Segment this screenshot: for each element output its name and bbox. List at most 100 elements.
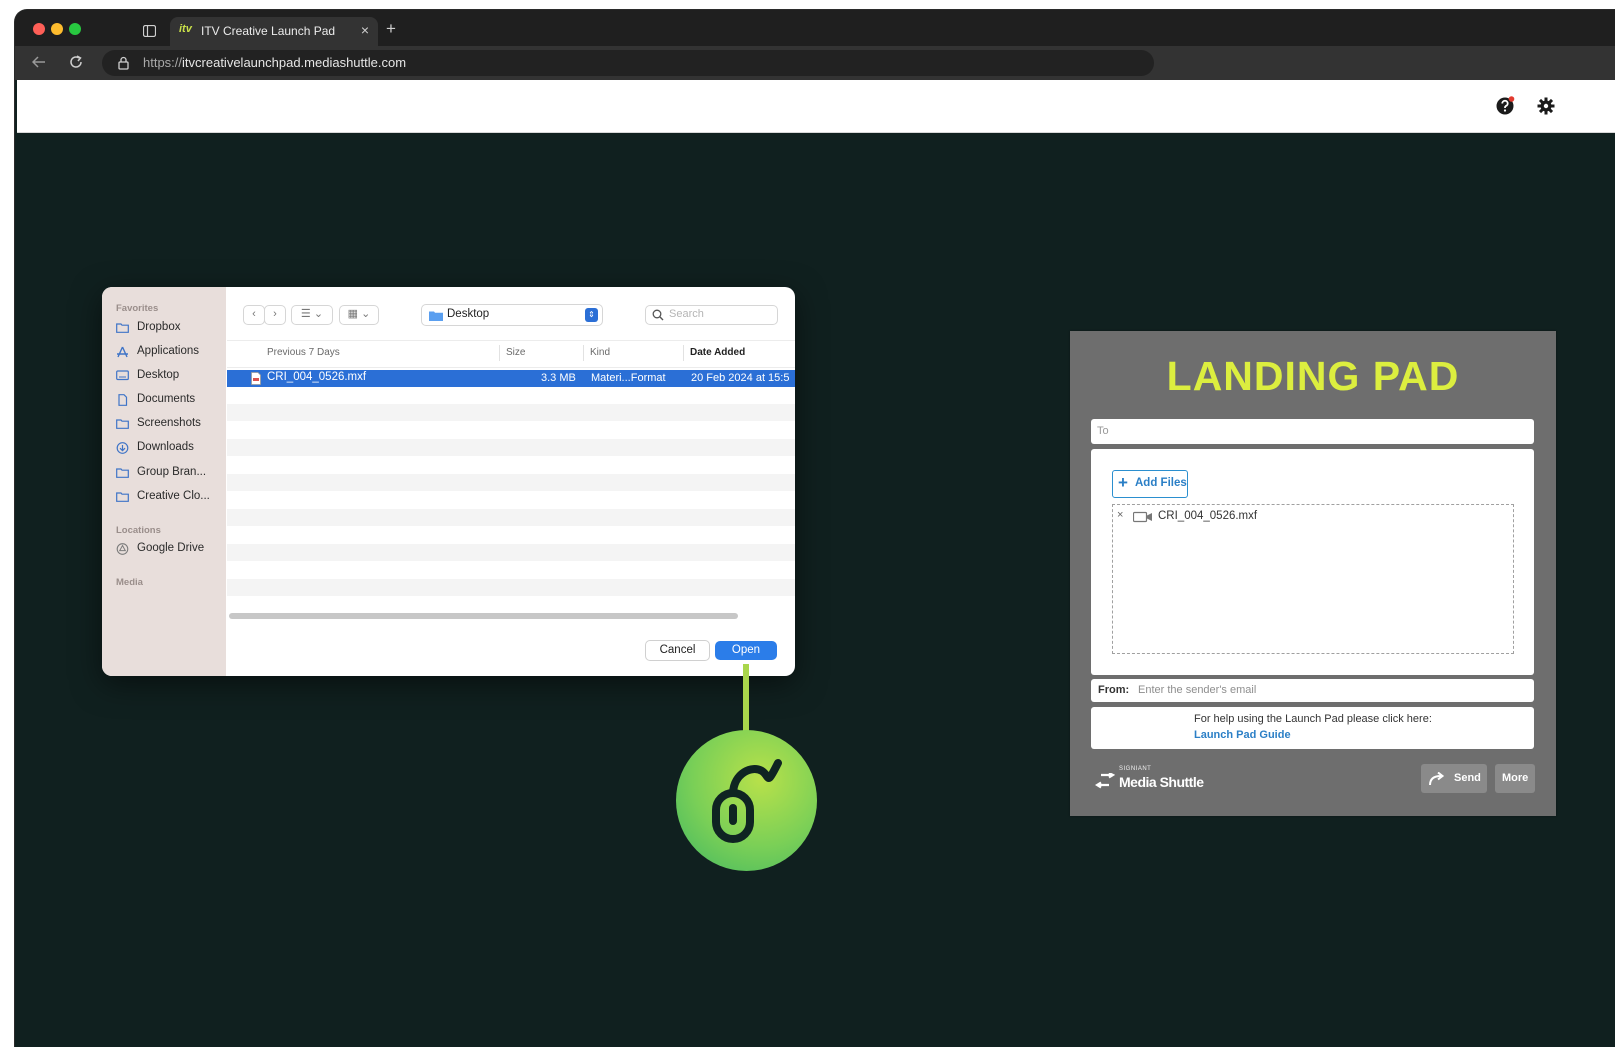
more-button[interactable]: More [1495,764,1535,793]
connector-line [743,664,749,734]
lock-icon [118,56,129,70]
folder-icon [429,311,443,321]
sidebar-item-google-drive[interactable]: Google Drive [116,541,224,561]
new-tab-icon[interactable]: + [386,19,396,39]
launch-pad-guide-link[interactable]: Launch Pad Guide [1194,729,1291,741]
send-button[interactable]: Send [1421,764,1487,793]
add-files-label: Add Files [1135,477,1187,489]
google-drive-icon [116,543,129,555]
location-select[interactable]: Desktop ⇕ [421,304,603,326]
itv-logo-icon: itv [179,23,192,35]
tab-close-icon[interactable]: × [361,22,369,38]
folder-icon [116,322,129,334]
file-open-dialog: Favorites Dropbox Applications Desktop D… [102,287,795,676]
search-field[interactable]: Search [645,305,778,325]
folder-icon [116,418,129,430]
url-field[interactable]: https://itvcreativelaunchpad.mediashuttl… [102,50,1154,76]
help-text: For help using the Launch Pad please cli… [1194,713,1432,725]
plus-icon: + [1118,473,1128,492]
file-size: 3.3 MB [541,372,576,384]
desktop-icon [116,370,129,382]
locations-heading: Locations [116,525,161,536]
sidebar-item-screenshots[interactable]: Screenshots [116,416,224,436]
search-placeholder: Search [669,308,704,320]
sidebar-item-group-brand[interactable]: Group Bran... [116,465,224,485]
sidebar-item-dropbox[interactable]: Dropbox [116,320,224,340]
sidebar-item-applications[interactable]: Applications [116,344,224,364]
horizontal-scrollbar[interactable] [229,613,738,619]
file-kind: Materi...Format [591,372,666,384]
landing-pad-title: LANDING PAD [1166,353,1460,399]
minimize-window-button[interactable] [51,23,63,35]
to-placeholder: To [1097,425,1109,437]
attached-file-name: CRI_004_0526.mxf [1158,510,1258,522]
empty-row [227,544,795,561]
file-name: CRI_004_0526.mxf [267,371,367,383]
forward-nav-button[interactable]: › [264,305,286,325]
settings-gear-icon[interactable] [1537,97,1555,115]
back-nav-button[interactable]: ‹ [243,305,265,325]
close-window-button[interactable] [33,23,45,35]
list-view-icon: ☰ ⌄ [300,308,324,320]
add-files-button[interactable]: + Add Files [1112,470,1188,498]
address-bar: https://itvcreativelaunchpad.mediashuttl… [15,46,1615,80]
file-drop-area[interactable]: × CRI_004_0526.mxf [1112,504,1514,654]
from-placeholder: Enter the sender's email [1138,684,1257,696]
files-panel: + Add Files × CRI_004_0526.mxf [1091,449,1534,675]
mouse-icon [712,759,782,843]
column-separator [499,345,500,361]
grid-view-icon: ▦ ⌄ [347,308,371,320]
grid-view-button[interactable]: ▦ ⌄ [339,305,379,325]
open-button[interactable]: Open [715,641,777,660]
empty-row [227,579,795,596]
chevron-updown-icon: ⇕ [585,308,598,322]
video-file-icon [1133,511,1152,523]
column-separator [683,345,684,361]
reload-icon[interactable] [69,55,83,69]
tab-title: ITV Creative Launch Pad [201,24,336,38]
remove-file-icon[interactable]: × [1117,509,1123,521]
search-icon [652,309,664,321]
folder-icon [116,467,129,479]
tab-bar: itv ITV Creative Launch Pad × + [15,10,1615,46]
send-arrow-icon [1429,772,1445,786]
column-header-kind[interactable]: Kind [590,347,610,358]
tab-active[interactable]: itv ITV Creative Launch Pad × [170,17,378,46]
brand-small-text: SIGNIANT [1119,766,1152,772]
to-field[interactable]: To [1091,419,1534,444]
empty-row [227,439,795,456]
applications-icon [116,346,129,358]
sidebar-item-documents[interactable]: Documents [116,392,224,412]
media-heading: Media [116,577,143,588]
dialog-sidebar: Favorites Dropbox Applications Desktop D… [102,287,226,676]
brand-name: Media Shuttle [1119,774,1204,790]
empty-row [227,404,795,421]
url-text: https://itvcreativelaunchpad.mediashuttl… [143,55,407,70]
favorites-heading: Favorites [116,303,159,314]
column-header-date[interactable]: Date Added [690,347,745,358]
cancel-button[interactable]: Cancel [645,640,710,661]
download-icon [116,442,129,454]
page-header [17,80,1615,133]
sidebar-item-downloads[interactable]: Downloads [116,440,224,460]
shuttle-arrows-icon [1095,773,1115,789]
sidebar-item-desktop[interactable]: Desktop [116,368,224,388]
help-icon[interactable] [1496,96,1516,116]
file-icon [251,372,261,385]
column-header-size[interactable]: Size [506,347,525,358]
file-date: 20 Feb 2024 at 15:5 [691,372,790,384]
zoom-window-button[interactable] [69,23,81,35]
column-header-name[interactable]: Previous 7 Days [267,347,340,358]
mouse-click-badge [676,730,817,871]
from-field[interactable]: From: Enter the sender's email [1091,679,1534,702]
document-icon [116,394,129,406]
column-separator [583,345,584,361]
list-view-button[interactable]: ☰ ⌄ [291,305,333,325]
sidebar-item-creative-cloud[interactable]: Creative Clo... [116,489,224,509]
send-label: Send [1454,772,1481,784]
back-arrow-icon[interactable] [32,56,46,68]
sidebar-toggle-icon[interactable] [143,25,156,37]
empty-row [227,509,795,526]
more-label: More [1502,772,1529,784]
file-row[interactable]: CRI_004_0526.mxf 3.3 MB Materi...Format … [227,370,795,387]
